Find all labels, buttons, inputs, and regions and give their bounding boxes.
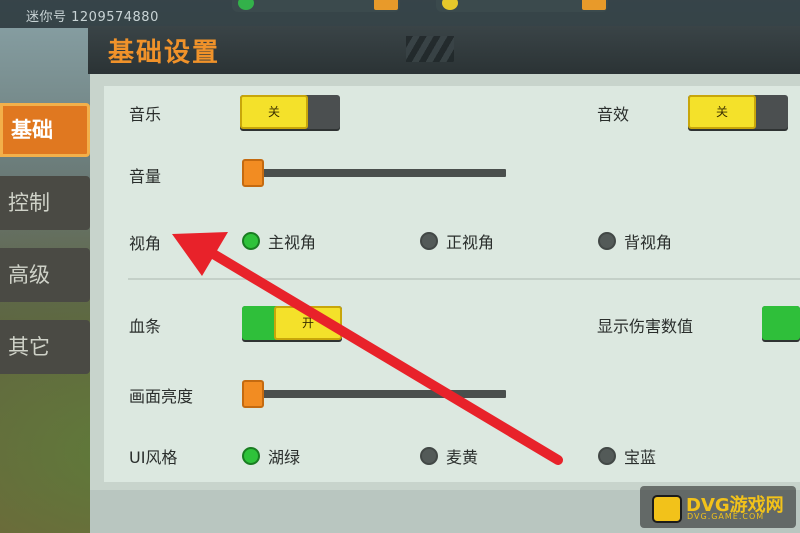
gamepad-icon xyxy=(652,495,682,523)
site-watermark: DVG游戏网 DVG.GAME.COM xyxy=(640,486,796,528)
annotation-arrow-icon xyxy=(172,232,563,465)
watermark-subtext: DVG.GAME.COM xyxy=(687,512,765,521)
